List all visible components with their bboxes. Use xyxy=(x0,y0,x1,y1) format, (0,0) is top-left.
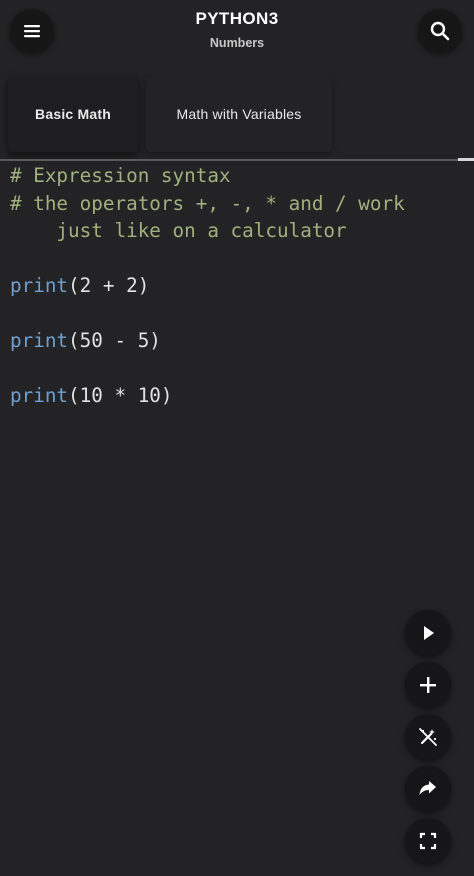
tab-math-with-variables[interactable]: Math with Variables xyxy=(146,76,332,152)
plus-icon xyxy=(420,677,436,693)
code-comment: # Expression syntax xyxy=(10,164,231,187)
code-comment: # the operators +, -, * and / work xyxy=(10,191,405,215)
scroll-indicator xyxy=(458,158,474,161)
fullscreen-icon xyxy=(419,832,437,850)
play-icon xyxy=(424,626,434,640)
fullscreen-button[interactable] xyxy=(405,818,451,864)
code-arguments: (50 - 5) xyxy=(68,329,161,352)
magic-button[interactable] xyxy=(405,714,451,760)
add-button[interactable] xyxy=(405,662,451,708)
code-function: print xyxy=(10,274,69,297)
magic-wand-off-icon xyxy=(419,728,437,746)
page-subtitle: Numbers xyxy=(209,36,265,50)
editor-divider xyxy=(0,159,474,161)
menu-icon xyxy=(24,25,40,38)
tab-label: Math with Variables xyxy=(176,106,302,122)
title-block: PYTHON3 Numbers xyxy=(137,8,337,51)
code-editor[interactable]: # Expression syntax # the operators +, -… xyxy=(0,162,474,876)
code-function: print xyxy=(10,329,69,352)
search-button[interactable] xyxy=(418,9,462,53)
tab-basic-math[interactable]: Basic Math xyxy=(8,76,138,152)
code-function: print xyxy=(10,384,69,407)
app-header: PYTHON3 Numbers xyxy=(0,0,474,66)
code-content: # Expression syntax # the operators +, -… xyxy=(10,162,405,410)
lesson-tabs: Basic Math Math with Variables xyxy=(0,70,474,156)
menu-button[interactable] xyxy=(10,9,54,53)
code-arguments: (2 + 2) xyxy=(68,274,150,297)
code-arguments: (10 * 10) xyxy=(68,384,173,407)
run-button[interactable] xyxy=(405,610,451,656)
share-arrow-icon xyxy=(419,781,436,795)
tab-label: Basic Math xyxy=(35,106,111,122)
page-title: PYTHON3 xyxy=(195,9,279,28)
share-button[interactable] xyxy=(405,766,451,812)
code-comment: just like on a calculator xyxy=(10,219,347,242)
search-icon xyxy=(430,21,450,41)
